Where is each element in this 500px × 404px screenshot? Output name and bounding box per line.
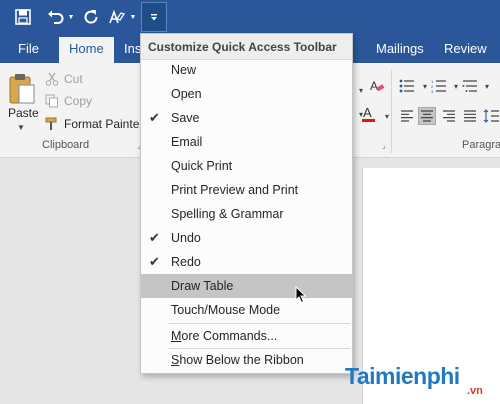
checkmark-icon: ✔ [149, 254, 160, 269]
watermark-suffix: .vn [467, 385, 483, 397]
justify-icon[interactable] [461, 107, 479, 125]
bullets-icon[interactable] [398, 77, 416, 95]
menu-item-save[interactable]: ✔ Save [141, 106, 352, 130]
group-divider [391, 69, 392, 153]
format-painter-icon [44, 116, 60, 132]
copy-icon [44, 93, 60, 109]
copy-button[interactable]: Copy [44, 91, 92, 111]
align-center-icon[interactable] [418, 107, 436, 125]
font-color-dropdown-icon[interactable]: ▾ [378, 107, 396, 125]
menu-item-label: Draw Table [171, 279, 234, 293]
menu-item-draw-table[interactable]: Draw Table [141, 274, 352, 298]
clipboard-group-label: Clipboard [42, 139, 90, 151]
menu-item-label: Redo [171, 255, 201, 269]
menu-item-label: Spelling & Grammar [171, 207, 284, 221]
cut-button[interactable]: Cut [44, 69, 83, 89]
customize-qat-menu: Customize Quick Access Toolbar New Open … [140, 33, 353, 374]
access-key: M [171, 329, 182, 343]
menu-item-label: Save [171, 111, 200, 125]
menu-item-label: Touch/Mouse Mode [171, 303, 281, 317]
menu-item-label: Print Preview and Print [171, 183, 299, 197]
paragraph-group-label: Paragra [462, 139, 500, 151]
title-bar: ▼ ▼ [0, 0, 500, 35]
menu-item-print-preview[interactable]: Print Preview and Print [141, 178, 352, 202]
format-painter-label: Format Painter [64, 117, 144, 131]
paste-icon[interactable] [8, 73, 36, 105]
customize-qat-icon [151, 14, 157, 21]
checkmark-icon: ✔ [149, 230, 160, 245]
tab-file[interactable]: File [8, 35, 49, 63]
menu-item-label: Email [171, 135, 203, 149]
paste-dropdown-icon[interactable]: ▼ [17, 123, 25, 132]
line-spacing-icon[interactable] [482, 107, 500, 125]
tab-review[interactable]: Review [434, 35, 497, 63]
menu-item-label: Open [171, 87, 202, 101]
menu-item-show-below-ribbon[interactable]: Show Below the Ribbon [141, 348, 352, 372]
menu-item-quick-print[interactable]: Quick Print [141, 154, 352, 178]
menu-item-undo[interactable]: ✔ Undo [141, 226, 352, 250]
format-painter-button[interactable]: Format Painter [44, 114, 143, 134]
undo-icon[interactable] [44, 4, 68, 30]
touch-mode-dropdown-icon[interactable]: ▼ [128, 4, 138, 30]
cut-label: Cut [64, 72, 83, 86]
menu-item-redo[interactable]: ✔ Redo [141, 250, 352, 274]
font-color-icon[interactable]: A [360, 105, 378, 123]
multilevel-dropdown-icon[interactable]: ▾ [478, 77, 496, 95]
menu-item-open[interactable]: Open [141, 82, 352, 106]
clear-formatting-icon[interactable]: A [368, 77, 386, 95]
redo-icon[interactable] [80, 4, 102, 30]
menu-item-label: how Below the Ribbon [179, 353, 304, 367]
menu-item-new[interactable]: New [141, 58, 352, 82]
menu-item-more-commands[interactable]: More Commands... [141, 324, 352, 348]
menu-item-email[interactable]: Email [141, 130, 352, 154]
mouse-cursor-icon [295, 285, 307, 307]
touch-mode-icon[interactable] [106, 4, 128, 30]
menu-title: Customize Quick Access Toolbar [141, 34, 352, 60]
tab-home[interactable]: Home [59, 37, 114, 63]
copy-label: Copy [64, 94, 93, 108]
tab-mailings[interactable]: Mailings [366, 35, 434, 63]
svg-text:3: 3 [431, 89, 434, 93]
customize-qat-button[interactable] [141, 2, 167, 32]
svg-text:A: A [363, 105, 372, 120]
numbering-icon[interactable]: 123 [430, 77, 448, 95]
watermark-name: Taimienphi [345, 363, 460, 389]
paste-label[interactable]: Paste [8, 106, 39, 120]
align-right-icon[interactable] [440, 107, 458, 125]
font-launcher-icon[interactable]: ⌟ [382, 141, 386, 150]
scissors-icon [44, 71, 60, 87]
menu-item-label: New [171, 63, 197, 77]
save-icon[interactable] [12, 4, 34, 30]
undo-dropdown-icon[interactable]: ▼ [66, 4, 76, 30]
menu-item-label: Undo [171, 231, 201, 245]
menu-item-label: Quick Print [171, 159, 233, 173]
menu-item-label: ore Commands... [181, 329, 278, 343]
checkmark-icon: ✔ [149, 110, 160, 125]
svg-text:A: A [370, 79, 378, 93]
menu-item-touch-mouse-mode[interactable]: Touch/Mouse Mode [141, 298, 352, 322]
multilevel-list-icon[interactable] [461, 77, 479, 95]
watermark-logo: Taimienphi .vn [345, 363, 495, 399]
align-left-icon[interactable] [398, 107, 416, 125]
menu-item-spelling-grammar[interactable]: Spelling & Grammar [141, 202, 352, 226]
